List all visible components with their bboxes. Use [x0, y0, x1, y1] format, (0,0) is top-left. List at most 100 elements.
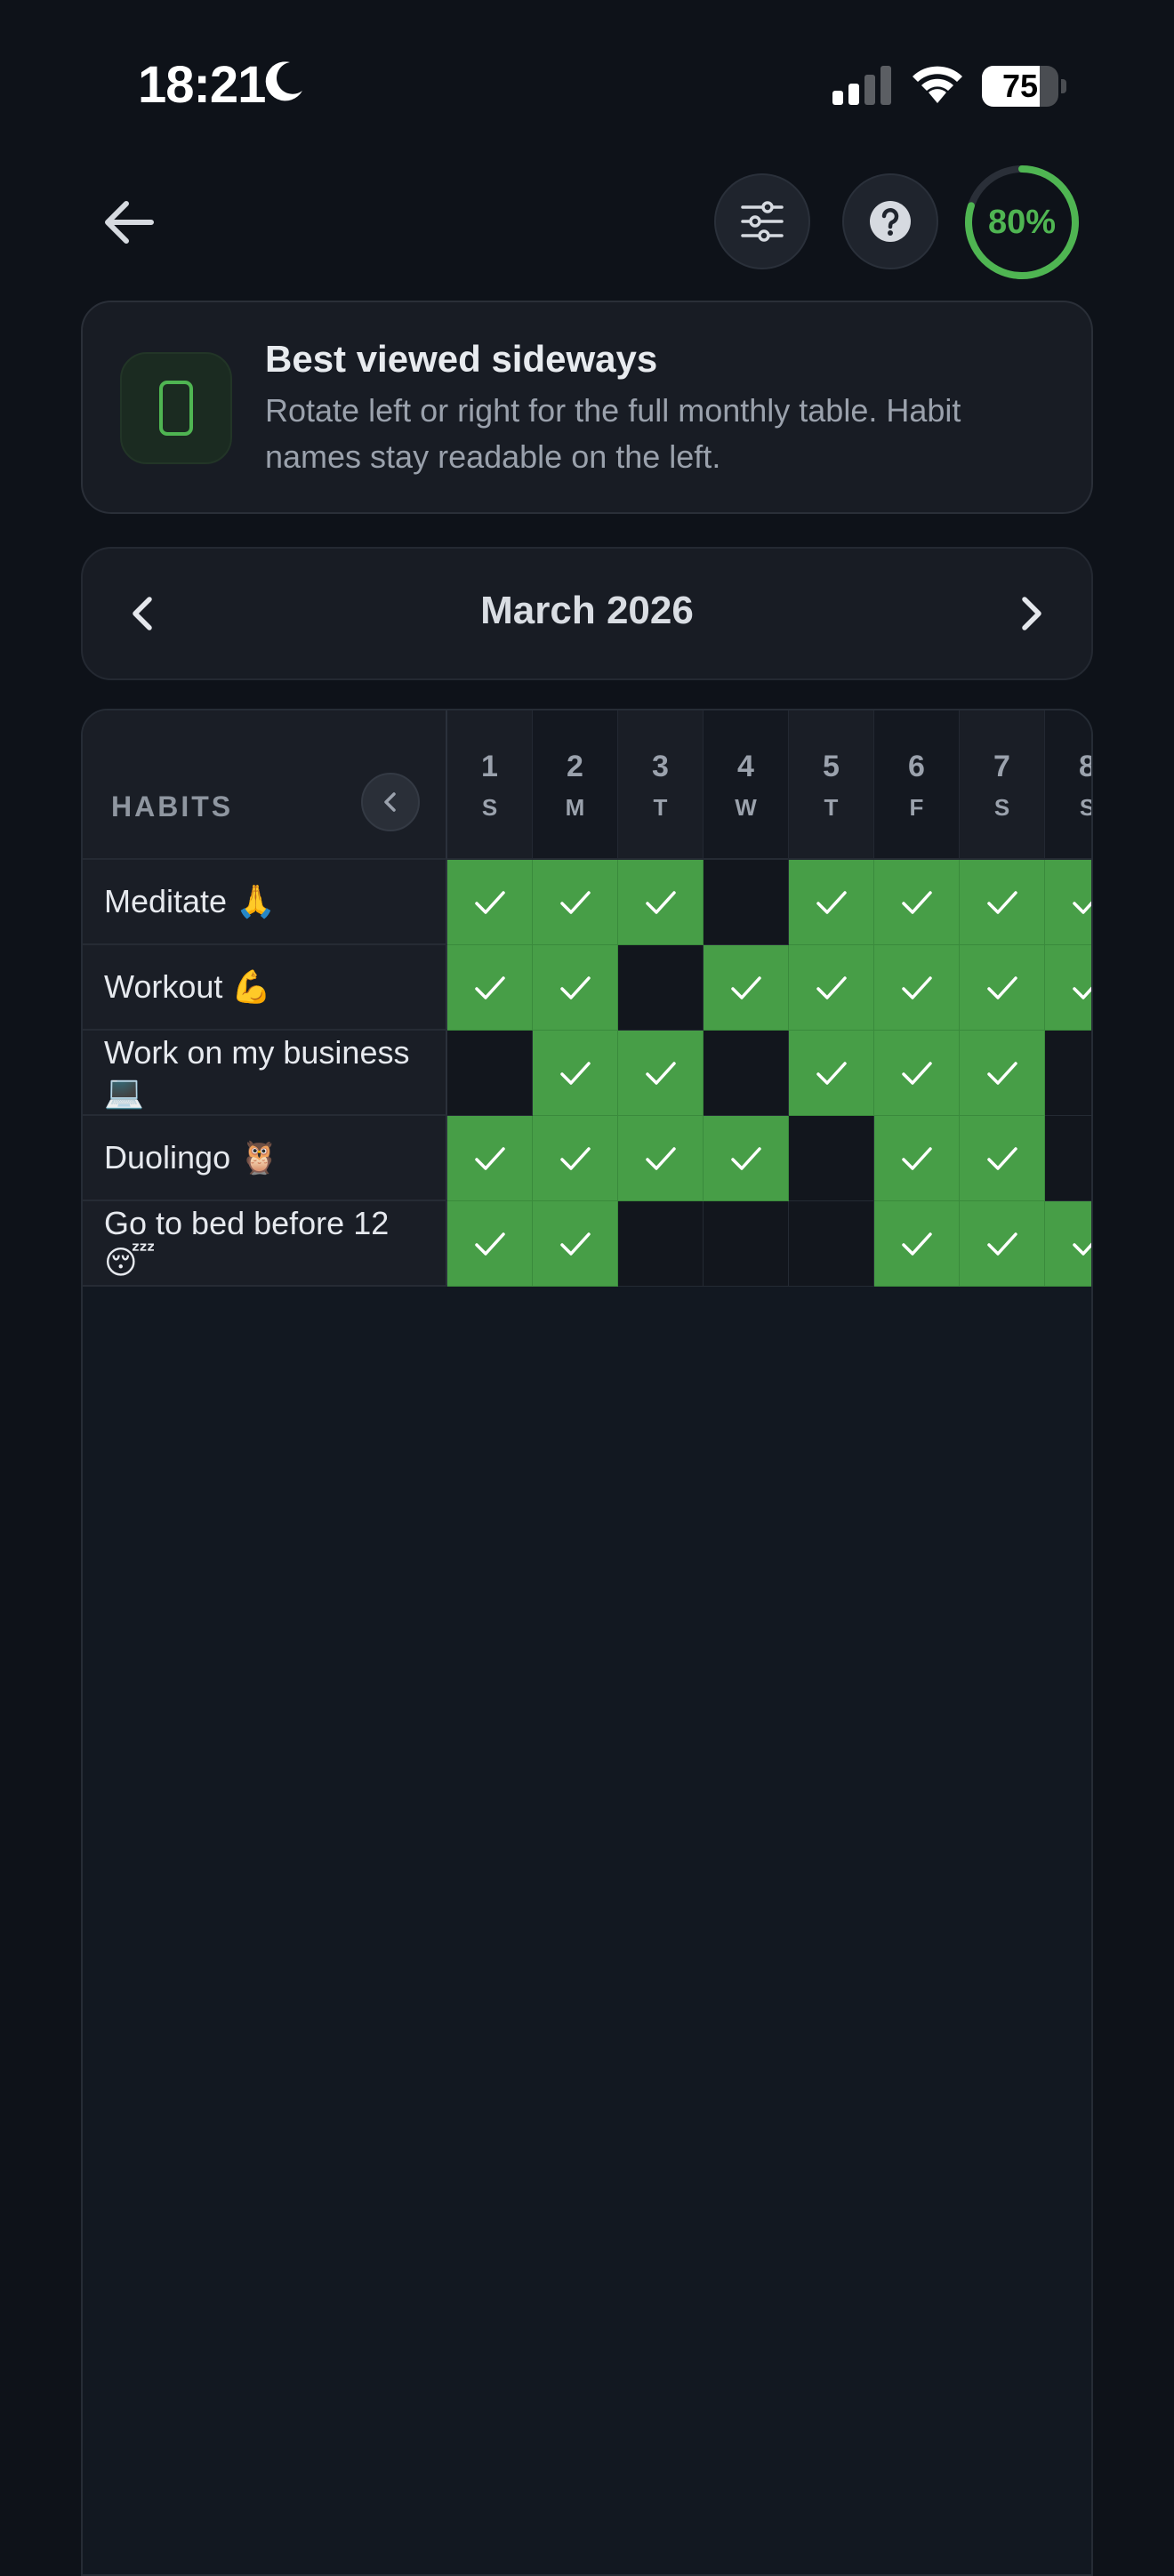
habit-cell-done[interactable] [447, 860, 533, 945]
check-icon [901, 975, 932, 999]
habit-cell-empty[interactable] [1045, 1116, 1091, 1201]
day-number: 7 [993, 750, 1010, 783]
collapse-habits-button[interactable] [361, 773, 420, 831]
check-icon [474, 1232, 505, 1256]
banner-title: Best viewed sideways [265, 338, 658, 380]
day-weekday: T [653, 794, 668, 821]
habit-cell-empty[interactable] [618, 945, 704, 1031]
habit-name: Duolingo 🦉 [104, 1139, 279, 1176]
banner-icon-tile [120, 352, 232, 464]
habit-cell-done[interactable] [1045, 945, 1091, 1031]
day-header: 7S [960, 710, 1045, 860]
check-icon [816, 890, 847, 914]
wifi-icon [913, 66, 962, 103]
habit-cell-done[interactable] [447, 945, 533, 1031]
check-icon [645, 1146, 676, 1170]
habit-cell-done[interactable] [874, 945, 960, 1031]
habit-cell-empty[interactable] [789, 1201, 874, 1287]
habit-cell-done[interactable] [447, 1201, 533, 1287]
check-icon [474, 975, 505, 999]
habit-name-cell[interactable]: Duolingo 🦉 [83, 1116, 447, 1201]
day-number: 1 [481, 750, 498, 783]
habit-name: Go to bed before 12 😴 [104, 1205, 390, 1280]
habit-cell-done[interactable] [789, 945, 874, 1031]
habit-cell-done[interactable] [704, 1116, 789, 1201]
status-time: 18:21 [138, 56, 266, 114]
moon-icon [265, 61, 302, 101]
day-number: 4 [737, 750, 754, 783]
day-header: 6F [874, 710, 960, 860]
habit-name-cell[interactable]: Go to bed before 12 😴 [83, 1201, 447, 1287]
habit-cell-empty[interactable] [704, 860, 789, 945]
day-weekday: S [1045, 794, 1091, 822]
habit-cell-done[interactable] [874, 1201, 960, 1287]
habit-cell-done[interactable] [960, 1201, 1045, 1287]
day-weekday: F [909, 794, 924, 821]
habit-cell-done[interactable] [960, 1116, 1045, 1201]
filter-settings-button[interactable] [714, 173, 810, 269]
day-number: 2 [567, 750, 583, 783]
habit-cell-done[interactable] [533, 1116, 618, 1201]
habit-cell-done[interactable] [533, 1201, 618, 1287]
habit-cell-done[interactable] [704, 945, 789, 1031]
habit-cell-done[interactable] [789, 1031, 874, 1116]
banner-text: Rotate left or right for the full monthl… [265, 392, 961, 475]
habit-cell-empty[interactable] [704, 1201, 789, 1287]
check-icon [901, 890, 932, 914]
habit-cell-empty[interactable] [447, 1031, 533, 1116]
habit-name-cell[interactable]: Workout 💪 [83, 945, 447, 1031]
help-button[interactable] [842, 173, 938, 269]
check-icon [1072, 900, 1091, 914]
battery-indicator: 75 [982, 66, 1067, 107]
check-icon [559, 1232, 591, 1256]
habit-cell-done[interactable] [618, 1116, 704, 1201]
habit-cell-empty[interactable] [1045, 1031, 1091, 1116]
day-number: 3 [652, 750, 669, 783]
chevron-left-icon [384, 792, 396, 812]
habit-cell-done[interactable] [533, 860, 618, 945]
check-icon [901, 1146, 932, 1170]
habit-cell-done[interactable] [960, 860, 1045, 945]
day-header: 4W [704, 710, 789, 860]
habit-cell-done[interactable] [960, 1031, 1045, 1116]
habit-cell-done[interactable] [874, 1031, 960, 1116]
habit-cell-done[interactable] [960, 945, 1045, 1031]
habit-cell-done[interactable] [447, 1116, 533, 1201]
day-header: 3T [618, 710, 704, 860]
habit-cell-done[interactable] [618, 860, 704, 945]
progress-ring: 80% [962, 163, 1082, 282]
habit-cell-empty[interactable] [789, 1116, 874, 1201]
habits-column-header: HABITS [83, 710, 447, 860]
check-icon [645, 1061, 676, 1085]
habit-cell-done[interactable] [533, 1031, 618, 1116]
habit-cell-done[interactable] [1045, 1201, 1091, 1287]
habit-name-cell[interactable]: Work on my business 💻 [83, 1031, 447, 1116]
check-icon [559, 975, 591, 999]
habit-table: HABITS 1S2M3T4W5T6F7S8SMeditate 🙏Workout… [81, 709, 1093, 2576]
habit-cell-done[interactable] [874, 1116, 960, 1201]
check-icon [986, 1232, 1017, 1256]
habit-cell-empty[interactable] [704, 1031, 789, 1116]
day-weekday: W [735, 794, 757, 821]
habit-cell-done[interactable] [874, 860, 960, 945]
day-header: 8S [1045, 710, 1091, 860]
check-icon [559, 1146, 591, 1170]
habit-cell-done[interactable] [618, 1031, 704, 1116]
chevron-left-icon[interactable] [116, 587, 169, 640]
day-header: 2M [533, 710, 618, 860]
habit-cell-done[interactable] [1045, 860, 1091, 945]
back-arrow-icon[interactable] [98, 191, 160, 253]
habits-header-label: HABITS [111, 790, 234, 823]
habit-cell-done[interactable] [533, 945, 618, 1031]
habit-name: Work on my business 💻 [104, 1034, 410, 1110]
habit-name-cell[interactable]: Meditate 🙏 [83, 860, 447, 945]
day-number: 8 [1045, 750, 1091, 784]
day-number: 5 [823, 750, 840, 783]
check-icon [559, 890, 591, 914]
habit-cell-empty[interactable] [618, 1201, 704, 1287]
check-icon [986, 890, 1017, 914]
chevron-right-icon[interactable] [1005, 587, 1058, 640]
day-header: 5T [789, 710, 874, 860]
check-icon [645, 890, 676, 914]
habit-cell-done[interactable] [789, 860, 874, 945]
